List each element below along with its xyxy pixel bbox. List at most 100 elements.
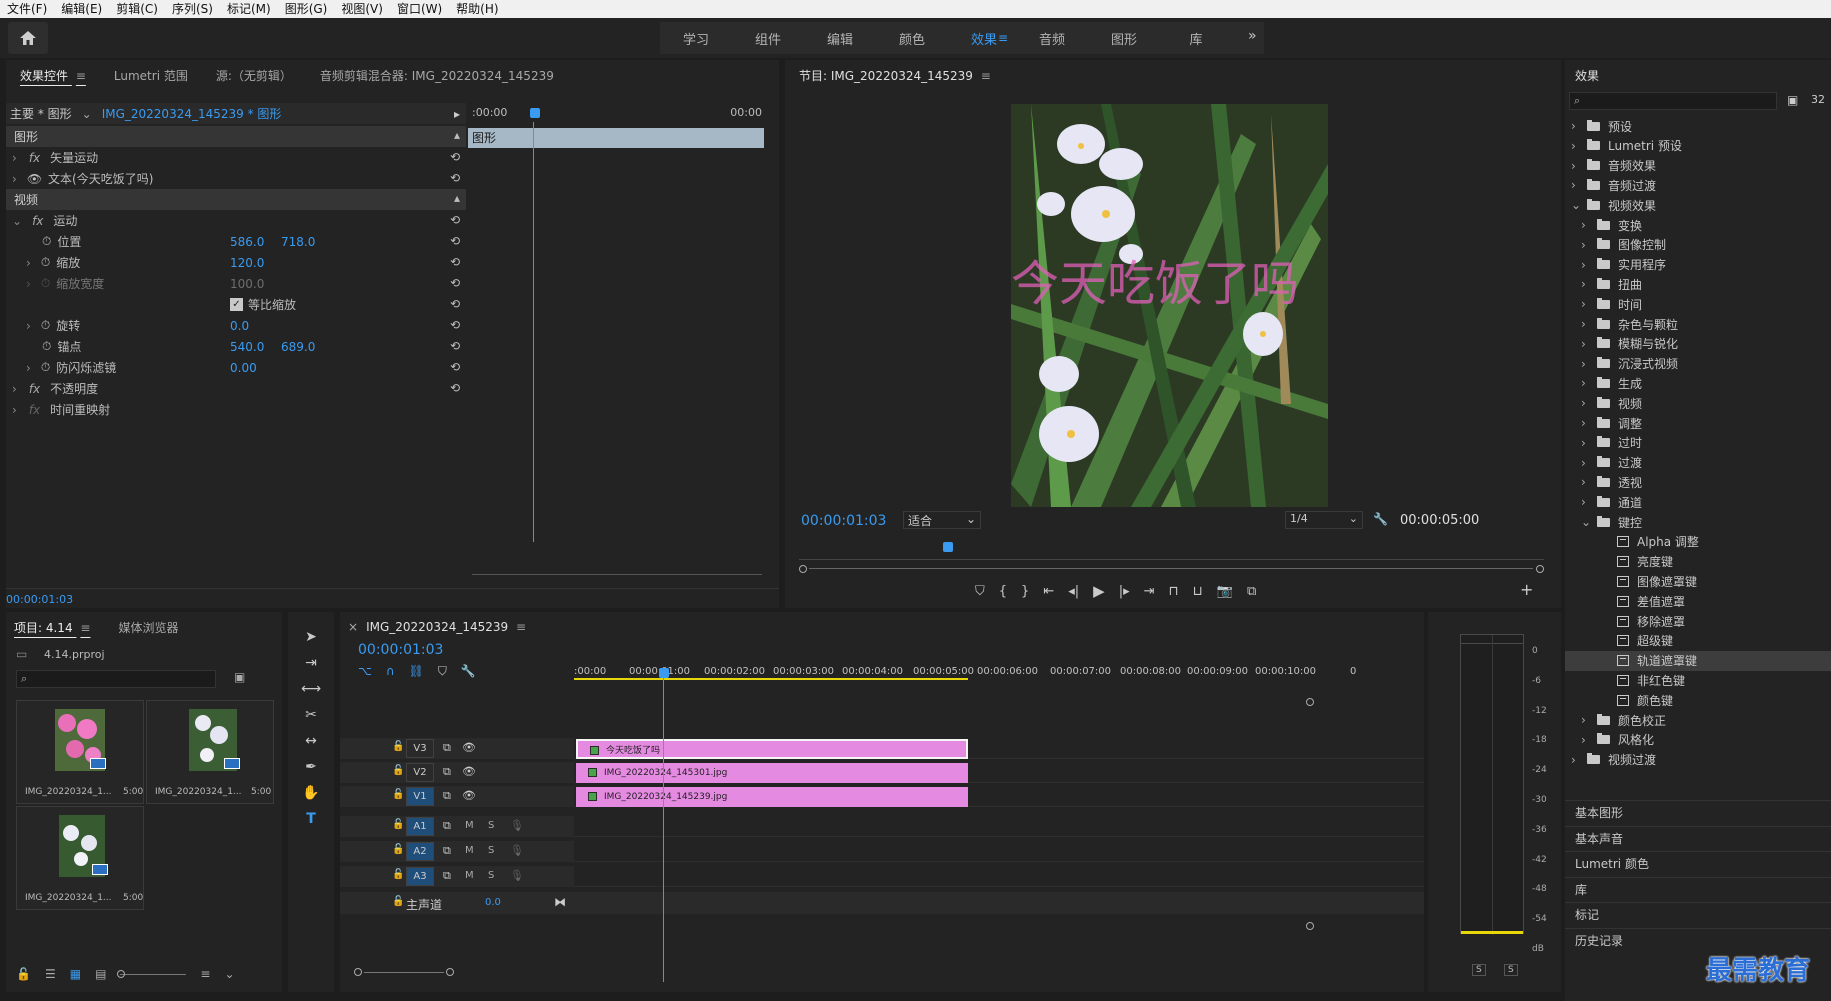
razor-tool-icon[interactable]: ✂	[300, 704, 322, 726]
voiceover-icon[interactable]: 🎙	[510, 869, 524, 882]
lock-icon[interactable]: 🔓	[392, 741, 404, 752]
program-timecode[interactable]: 00:00:01:03	[801, 513, 886, 529]
effects-tree-item[interactable]: › 风格化	[1565, 730, 1831, 750]
track-select-tool-icon[interactable]: ⇥	[300, 652, 322, 674]
track-target[interactable]: A1	[406, 817, 434, 836]
effects-tree-item[interactable]: › 图像控制	[1565, 235, 1831, 255]
workspace-tab[interactable]: 颜色	[876, 29, 948, 48]
accelerated-icon[interactable]: 32	[1811, 93, 1825, 106]
lock-icon[interactable]: 🔓	[392, 789, 404, 800]
effects-tree-item[interactable]: › 视频过渡	[1565, 750, 1831, 770]
clip-label[interactable]: IMG_20220324_145239 * 图形	[102, 105, 282, 122]
effects-tree-item[interactable]: › 过时	[1565, 433, 1831, 453]
play-icon[interactable]: ▸	[454, 107, 460, 121]
track-target[interactable]: V1	[406, 787, 434, 806]
resolution-dropdown[interactable]: 1/4 ⌄	[1285, 511, 1363, 529]
mark-in-icon[interactable]: {	[999, 584, 1007, 599]
effects-tree-item[interactable]: 移除遮罩	[1565, 611, 1831, 631]
effects-tree-item[interactable]: › 预设	[1565, 116, 1831, 136]
stopwatch-icon[interactable]: ⏱	[42, 339, 51, 354]
menu-item[interactable]: 剪辑(C)	[109, 0, 165, 18]
menu-icon[interactable]: ≡	[998, 31, 1008, 45]
fit-dropdown[interactable]: 适合 ⌄	[903, 511, 981, 529]
ripple-edit-tool-icon[interactable]: ⟷	[300, 678, 322, 700]
play-icon[interactable]: ▶	[1093, 582, 1105, 600]
effects-tree-item[interactable]: › 杂色与颗粒	[1565, 314, 1831, 334]
motion-row[interactable]: ⌄ fx 运动 ⟲	[6, 210, 466, 231]
new-bin-icon[interactable]: ▣	[1787, 93, 1798, 107]
vector-motion-row[interactable]: › fx 矢量运动 ⟲	[6, 147, 466, 168]
text-layer-row[interactable]: › 👁 文本(今天吃饭了吗) ⟲	[6, 168, 466, 189]
menu-item[interactable]: 窗口(W)	[390, 0, 449, 18]
position-y[interactable]: 718.0	[281, 235, 315, 249]
hand-tool-icon[interactable]: ✋	[300, 782, 322, 804]
project-item[interactable]: IMG_20220324_1... 5:00	[16, 700, 144, 804]
zoom-slider[interactable]	[117, 969, 187, 978]
voiceover-icon[interactable]: 🎙	[510, 819, 524, 832]
chevron-right-icon[interactable]: ›	[1581, 416, 1593, 430]
step-forward-icon[interactable]: |▸	[1119, 584, 1130, 599]
chevron-right-icon[interactable]: ›	[1581, 357, 1593, 371]
vertical-scroll-bottom[interactable]	[1306, 922, 1314, 930]
chevron-right-icon[interactable]: ›	[1581, 317, 1593, 331]
chevron-right-icon[interactable]: ›	[1581, 456, 1593, 470]
effects-tree-item[interactable]: › 音频效果	[1565, 156, 1831, 176]
track-target[interactable]: V3	[406, 739, 434, 758]
position-x[interactable]: 586.0	[230, 235, 264, 249]
new-bin-icon[interactable]: ▣	[234, 670, 245, 684]
effects-tree-item[interactable]: › 音频过渡	[1565, 175, 1831, 195]
effects-tree-item[interactable]: Alpha 调整	[1565, 532, 1831, 552]
menu-item[interactable]: 帮助(H)	[449, 0, 505, 18]
chevron-right-icon[interactable]: ›	[1571, 159, 1583, 173]
solo-button[interactable]: S	[488, 845, 494, 856]
stopwatch-icon[interactable]: ⏱	[41, 360, 50, 375]
eye-icon[interactable]: 👁	[462, 789, 476, 802]
sync-lock-icon[interactable]: ⧉	[443, 844, 451, 858]
chevron-right-icon[interactable]: ›	[1571, 178, 1583, 192]
stopwatch-icon[interactable]: ⏱	[42, 234, 51, 249]
effects-tree-item[interactable]: › 模糊与锐化	[1565, 334, 1831, 354]
close-icon[interactable]: ×	[340, 620, 358, 634]
lock-icon[interactable]: 🔓	[392, 869, 404, 880]
timeline-clip[interactable]: IMG_20220324_145239.jpg	[576, 787, 968, 807]
chevron-right-icon[interactable]: ›	[1571, 119, 1583, 133]
effects-tree-item[interactable]: › 变换	[1565, 215, 1831, 235]
solo-button[interactable]: S	[488, 820, 494, 831]
timeline-playhead-handle[interactable]	[659, 668, 669, 678]
icon-view-icon[interactable]: ▦	[70, 967, 81, 981]
effect-controls-timecode[interactable]: 00:00:01:03	[6, 593, 73, 606]
chevron-right-icon[interactable]: ›	[1581, 733, 1593, 747]
menu-item[interactable]: 编辑(E)	[54, 0, 109, 18]
uniform-scale-checkbox[interactable]: ✓	[230, 298, 243, 311]
solo-left-button[interactable]: S	[1472, 964, 1486, 976]
sync-lock-icon[interactable]: ⧉	[443, 819, 451, 833]
workspace-tab[interactable]: 图形	[1088, 29, 1160, 48]
chevron-right-icon[interactable]: ›	[1581, 713, 1593, 727]
tab-effect-controls[interactable]: 效果控件 ≡	[6, 67, 100, 84]
chevron-right-icon[interactable]: ›	[1571, 753, 1583, 767]
lock-icon[interactable]: 🔓	[392, 896, 404, 907]
step-back-icon[interactable]: ◂|	[1068, 584, 1079, 599]
master-jump-icon[interactable]: ⧓	[554, 895, 566, 909]
slip-tool-icon[interactable]: ↔	[300, 730, 322, 752]
tab-lumetri-scopes[interactable]: Lumetri 范围	[100, 67, 202, 84]
work-area-bar[interactable]	[574, 678, 968, 680]
effects-tree-item[interactable]: 颜色键	[1565, 690, 1831, 710]
eye-icon[interactable]: 👁	[462, 765, 476, 778]
effects-tree-item[interactable]: › 调整	[1565, 413, 1831, 433]
effects-search-input[interactable]: ⌕	[1569, 92, 1777, 110]
selection-tool-icon[interactable]: ➤	[300, 626, 322, 648]
chevron-right-icon[interactable]: ›	[1581, 297, 1593, 311]
effects-tree-item[interactable]: › 生成	[1565, 373, 1831, 393]
flicker-value[interactable]: 0.00	[230, 361, 257, 375]
effects-tree-item[interactable]: 图像遮罩键	[1565, 571, 1831, 591]
mark-out-icon[interactable]: }	[1021, 584, 1029, 599]
extract-icon[interactable]: ⊔	[1193, 584, 1203, 599]
effects-tree-item[interactable]: 超级键	[1565, 631, 1831, 651]
effects-tree-item[interactable]: 轨道遮罩键	[1565, 650, 1831, 671]
solo-button[interactable]: S	[488, 870, 494, 881]
playhead-handle[interactable]	[530, 108, 540, 118]
program-title[interactable]: 节目: IMG_20220324_145239 ≡	[785, 67, 1005, 84]
marker-icon[interactable]: ⛉	[975, 584, 985, 599]
sequence-tab[interactable]: IMG_20220324_145239 ≡	[358, 620, 540, 634]
